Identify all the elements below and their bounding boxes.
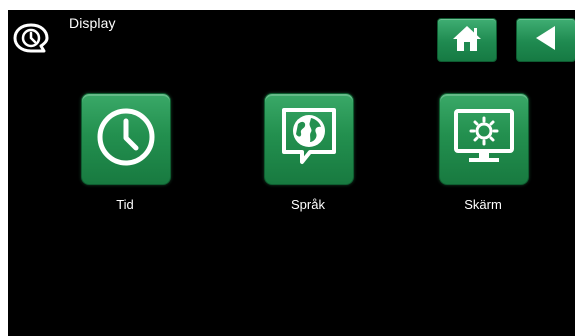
speech-bubble-clock-icon [12, 22, 50, 56]
sprak-button[interactable] [264, 93, 354, 185]
tid-button[interactable] [81, 93, 171, 185]
skarm-button[interactable] [439, 93, 529, 185]
page-title: Display [69, 15, 116, 31]
sprak-label: Språk [291, 197, 325, 212]
clock-icon [95, 106, 157, 173]
home-button[interactable] [437, 18, 497, 62]
skarm-label: Skärm [464, 197, 502, 212]
back-button[interactable] [516, 18, 575, 62]
home-icon [450, 23, 484, 58]
monitor-brightness-icon [451, 106, 517, 173]
display-screen: Display Tid Språk Skärm [8, 10, 575, 336]
globe-icon [276, 104, 342, 175]
back-arrow-icon [531, 23, 561, 58]
tid-label: Tid [116, 197, 134, 212]
